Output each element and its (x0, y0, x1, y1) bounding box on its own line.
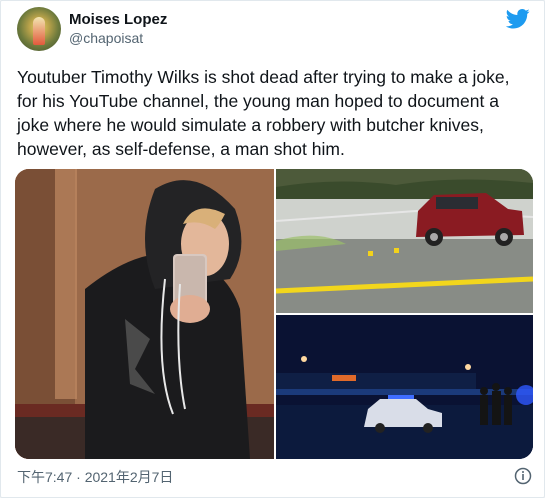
user-name[interactable]: Moises Lopez (69, 11, 167, 28)
info-icon[interactable] (514, 467, 532, 485)
twitter-bird-icon[interactable] (506, 9, 530, 29)
photo-selfie-art (15, 169, 274, 459)
avatar-figure (33, 17, 45, 45)
photo-night-scene[interactable] (276, 315, 533, 459)
tweet-card: Moises Lopez @chapoisat Youtuber Timothy… (0, 0, 545, 498)
photo-crime-scene[interactable] (275, 169, 533, 313)
avatar[interactable] (17, 7, 61, 51)
media-grid[interactable] (15, 169, 533, 459)
user-handle[interactable]: @chapoisat (69, 30, 143, 46)
photo-night-scene-art (276, 315, 533, 459)
tweet-text: Youtuber Timothy Wilks is shot dead afte… (17, 67, 510, 159)
timestamp[interactable]: 下午7:47 · 2021年2月7日 (17, 467, 173, 487)
photo-crime-scene-art (275, 169, 533, 313)
photo-selfie[interactable] (15, 169, 274, 459)
